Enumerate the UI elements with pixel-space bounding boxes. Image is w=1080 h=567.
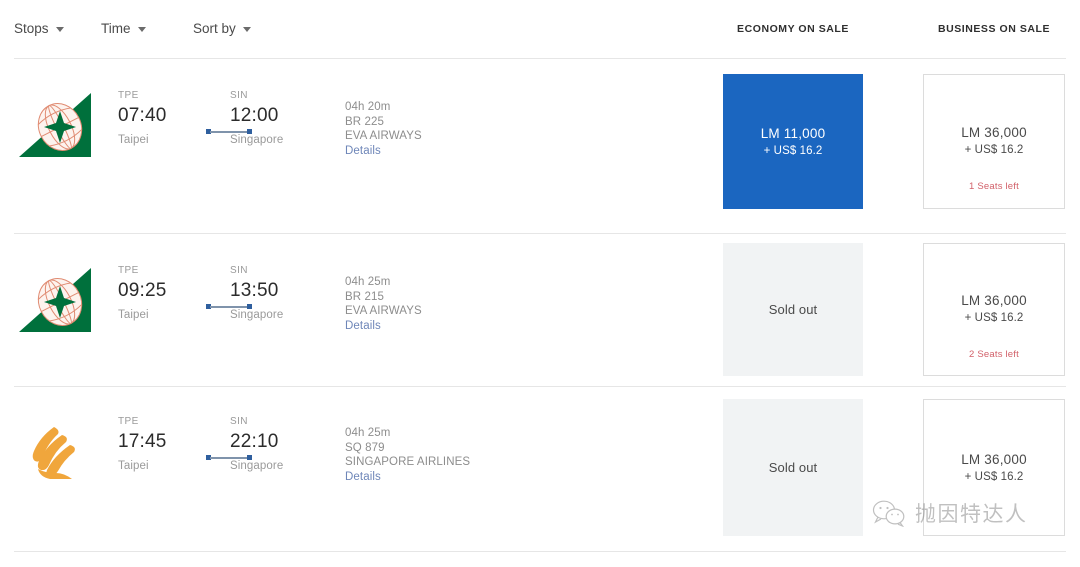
departure-airport-code: TPE xyxy=(118,265,139,276)
filter-sort-by-label: Sort by xyxy=(193,21,236,36)
fare-cell-economy: Sold out xyxy=(723,243,863,376)
airline-name: EVA AIRWAYS xyxy=(345,130,422,142)
fare-cell-business[interactable]: LM 36,000 + US$ 16.2 2 Seats left xyxy=(923,243,1065,376)
column-header-business: BUSINESS ON SALE xyxy=(937,23,1051,35)
fare-cell-business[interactable]: LM 36,000 + US$ 16.2 1 Seats left xyxy=(923,74,1065,209)
filter-time-label: Time xyxy=(101,21,131,36)
flight-duration: 04h 20m xyxy=(345,101,391,113)
arrival-time: 22:10 xyxy=(230,431,279,452)
fare-cell-business[interactable]: LM 36,000 + US$ 16.2 xyxy=(923,399,1065,536)
filter-stops-label: Stops xyxy=(14,21,49,36)
filter-bar: Stops Time Sort by ECONOMY ON SALE BUSIN… xyxy=(0,0,1080,58)
fare-price: LM 36,000 xyxy=(961,292,1027,308)
chevron-down-icon xyxy=(242,27,251,32)
seats-left-badge: 1 Seats left xyxy=(969,180,1019,192)
chevron-down-icon xyxy=(55,27,64,32)
arrival-time: 12:00 xyxy=(230,105,279,126)
filter-time[interactable]: Time xyxy=(101,21,146,36)
arrival-city: Singapore xyxy=(230,459,284,472)
flight-row: TPE 07:40 Taipei SIN 12:00 Singapore 04h… xyxy=(0,58,1080,233)
fare-cell-economy: Sold out xyxy=(723,399,863,536)
fare-tax: + US$ 16.2 xyxy=(964,311,1024,324)
flight-number: SQ 879 xyxy=(345,441,385,454)
filter-sort-by[interactable]: Sort by xyxy=(193,21,251,36)
fare-price: LM 11,000 xyxy=(760,125,826,141)
chevron-down-icon xyxy=(137,27,146,32)
flight-meta: 04h 25m BR 215 EVA AIRWAYS Details xyxy=(345,275,422,333)
arrival-city: Singapore xyxy=(230,308,284,321)
singapore-airlines-logo xyxy=(6,414,94,494)
details-link[interactable]: Details xyxy=(345,144,422,159)
fare-cell-economy[interactable]: LM 11,000 + US$ 16.2 xyxy=(723,74,863,209)
divider xyxy=(14,551,1066,552)
eva-air-logo xyxy=(12,86,100,166)
details-link[interactable]: Details xyxy=(345,319,422,334)
flight-number: BR 225 xyxy=(345,115,384,128)
fare-tax: + US$ 16.2 xyxy=(964,470,1024,483)
seats-left-badge: 2 Seats left xyxy=(969,348,1019,360)
airline-name: SINGAPORE AIRLINES xyxy=(345,456,471,468)
fare-price: LM 36,000 xyxy=(961,124,1027,140)
flight-duration: 04h 25m xyxy=(345,427,391,439)
arrival-airport-code: SIN xyxy=(230,265,248,276)
itinerary: TPE 09:25 Taipei SIN 13:50 Singapore xyxy=(118,265,348,345)
arrival-airport-code: SIN xyxy=(230,90,248,101)
flight-row: TPE 09:25 Taipei SIN 13:50 Singapore 04h… xyxy=(0,233,1080,386)
arrival-airport-code: SIN xyxy=(230,416,248,427)
itinerary: TPE 07:40 Taipei SIN 12:00 Singapore xyxy=(118,90,348,170)
airline-name: EVA AIRWAYS xyxy=(345,305,422,317)
itinerary: TPE 17:45 Taipei SIN 22:10 Singapore xyxy=(118,416,348,496)
departure-airport-code: TPE xyxy=(118,90,139,101)
departure-city: Taipei xyxy=(118,133,149,146)
sold-out-label: Sold out xyxy=(768,302,818,317)
flight-row: TPE 17:45 Taipei SIN 22:10 Singapore 04h… xyxy=(0,386,1080,551)
arrival-time: 13:50 xyxy=(230,280,279,301)
departure-city: Taipei xyxy=(118,459,149,472)
flight-meta: 04h 25m SQ 879 SINGAPORE AIRLINES Detail… xyxy=(345,426,470,484)
arrival-city: Singapore xyxy=(230,133,284,146)
arrival-segment: SIN 22:10 Singapore xyxy=(230,416,325,472)
flight-number: BR 215 xyxy=(345,290,384,303)
flight-meta: 04h 20m BR 225 EVA AIRWAYS Details xyxy=(345,100,422,158)
sold-out-label: Sold out xyxy=(768,460,818,475)
fare-tax: + US$ 16.2 xyxy=(964,143,1024,156)
departure-segment: TPE 09:25 Taipei xyxy=(118,265,213,321)
departure-city: Taipei xyxy=(118,308,149,321)
departure-time: 09:25 xyxy=(118,280,167,301)
fare-price: LM 36,000 xyxy=(961,451,1027,467)
departure-time: 17:45 xyxy=(118,431,167,452)
flight-results-page: Stops Time Sort by ECONOMY ON SALE BUSIN… xyxy=(0,0,1080,567)
departure-segment: TPE 07:40 Taipei xyxy=(118,90,213,146)
column-header-economy: ECONOMY ON SALE xyxy=(737,23,849,35)
filter-stops[interactable]: Stops xyxy=(14,21,64,36)
arrival-segment: SIN 12:00 Singapore xyxy=(230,90,325,146)
details-link[interactable]: Details xyxy=(345,470,470,485)
departure-segment: TPE 17:45 Taipei xyxy=(118,416,213,472)
arrival-segment: SIN 13:50 Singapore xyxy=(230,265,325,321)
departure-airport-code: TPE xyxy=(118,416,139,427)
departure-time: 07:40 xyxy=(118,105,167,126)
fare-tax: + US$ 16.2 xyxy=(763,144,823,157)
eva-air-logo xyxy=(12,261,100,341)
flight-duration: 04h 25m xyxy=(345,276,391,288)
